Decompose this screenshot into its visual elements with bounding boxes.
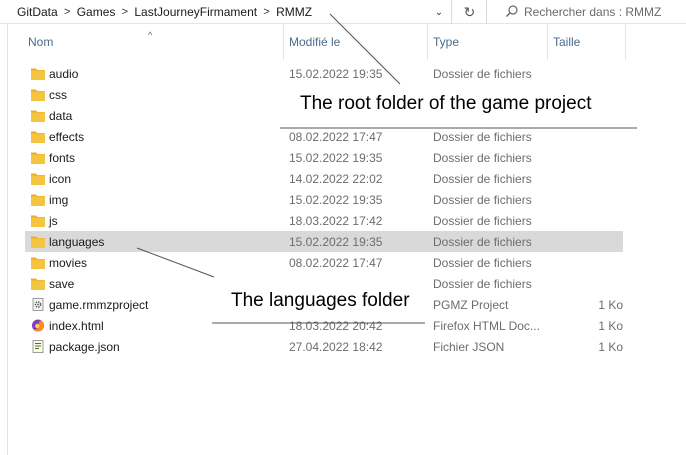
- file-type: PGMZ Project: [433, 297, 509, 312]
- file-size: 1 Ko: [598, 339, 623, 354]
- address-bar: GitData > Games > LastJourneyFirmament >…: [0, 0, 686, 24]
- list-item-fonts[interactable]: fonts 15.02.2022 19:35 Dossier de fichiers: [25, 147, 623, 168]
- file-modified-date: 08.02.2022 17:47: [289, 255, 383, 270]
- file-name: img: [49, 192, 69, 207]
- file-type: Dossier de fichiers: [433, 66, 532, 81]
- list-item-img[interactable]: img 15.02.2022 19:35 Dossier de fichiers: [25, 189, 623, 210]
- breadcrumb-separator-icon: >: [63, 6, 71, 18]
- file-type: Dossier de fichiers: [433, 234, 532, 249]
- annotation-languages-folder: The languages folder: [228, 289, 413, 313]
- column-divider[interactable]: [547, 24, 548, 60]
- list-item-icon[interactable]: icon 14.02.2022 22:02 Dossier de fichiers: [25, 168, 623, 189]
- breadcrumb-separator-icon: >: [121, 6, 129, 18]
- column-divider[interactable]: [427, 24, 428, 60]
- file-name: js: [49, 213, 58, 228]
- column-header-modified[interactable]: Modifié le: [289, 24, 340, 60]
- file-type: Dossier de fichiers: [433, 192, 532, 207]
- file-type: Dossier de fichiers: [433, 150, 532, 165]
- file-name: effects: [49, 129, 85, 144]
- file-type: Dossier de fichiers: [433, 171, 532, 186]
- list-item-index-html[interactable]: index.html 18.03.2022 20:42 Firefox HTML D…: [25, 315, 623, 336]
- search-input[interactable]: [524, 5, 684, 19]
- breadcrumb-games[interactable]: Games: [77, 5, 116, 19]
- search-box[interactable]: [500, 0, 686, 24]
- column-header-name[interactable]: Nom: [28, 24, 53, 60]
- column-divider[interactable]: [283, 24, 284, 60]
- file-name: data: [49, 108, 73, 123]
- file-name: game.rmmzproject: [49, 297, 149, 312]
- file-modified-date: 18.03.2022 20:42: [289, 318, 383, 333]
- file-modified-date: 15.02.2022 19:35: [289, 234, 383, 249]
- breadcrumb-separator-icon: >: [263, 6, 270, 18]
- column-header-type[interactable]: Type: [433, 24, 459, 60]
- file-modified-date: 08.02.2022 17:47: [289, 129, 383, 144]
- file-type: Dossier de fichiers: [433, 276, 532, 291]
- list-item-package-json[interactable]: package.json 27.04.2022 18:42 Fichier JSON…: [25, 336, 623, 357]
- file-name: index.html: [49, 318, 104, 333]
- file-name: icon: [49, 171, 72, 186]
- breadcrumb-lastjourneyfirmament[interactable]: LastJourneyFirmament: [134, 5, 257, 19]
- file-name: css: [49, 87, 67, 102]
- list-item-audio[interactable]: audio 15.02.2022 19:35 Dossier de fichiers: [25, 63, 623, 84]
- breadcrumb-rmmz[interactable]: RMMZ: [276, 5, 312, 19]
- file-size: 1 Ko: [598, 297, 623, 312]
- file-modified-date: 27.04.2022 18:42: [289, 339, 383, 354]
- file-type: Dossier de fichiers: [433, 213, 532, 228]
- file-modified-date: 15.02.2022 19:35: [289, 150, 383, 165]
- list-item-effects[interactable]: effects 08.02.2022 17:47 Dossier de fichie…: [25, 126, 623, 147]
- file-modified-date: 15.02.2022 19:35: [289, 192, 383, 207]
- file-name: movies: [49, 255, 88, 270]
- file-type: Dossier de fichiers: [433, 255, 532, 270]
- file-modified-date: 15.02.2022 19:35: [289, 66, 383, 81]
- chevron-down-icon[interactable]: ⌄: [426, 0, 452, 24]
- sort-ascending-icon: ^: [148, 30, 153, 40]
- file-name: fonts: [49, 150, 76, 165]
- breadcrumb[interactable]: GitData > Games > LastJourneyFirmament >…: [0, 0, 452, 24]
- navigation-pane-edge: [0, 24, 8, 455]
- file-type: Dossier de fichiers: [433, 129, 532, 144]
- list-item-languages[interactable]: languages 15.02.2022 19:35 Dossier de fich…: [25, 231, 623, 252]
- column-divider[interactable]: [625, 24, 626, 60]
- list-item-movies[interactable]: movies 08.02.2022 17:47 Dossier de fichier…: [25, 252, 623, 273]
- file-size: 1 Ko: [598, 318, 623, 333]
- search-icon: [500, 4, 524, 21]
- column-header-size[interactable]: Taille: [553, 24, 580, 60]
- file-name: languages: [49, 234, 105, 249]
- file-modified-date: 18.03.2022 17:42: [289, 213, 383, 228]
- refresh-icon[interactable]: ↻: [453, 0, 487, 24]
- breadcrumb-gitdata[interactable]: GitData: [17, 5, 58, 19]
- annotation-root-folder: The root folder of the game project: [297, 92, 595, 116]
- file-type: Firefox HTML Doc...: [433, 318, 540, 333]
- list-item-js[interactable]: js 18.03.2022 17:42 Dossier de fichiers: [25, 210, 623, 231]
- file-modified-date: 14.02.2022 22:02: [289, 171, 383, 186]
- file-name: audio: [49, 66, 79, 81]
- column-headers: ^ Nom Modifié le Type Taille: [8, 24, 686, 60]
- file-name: save: [49, 276, 75, 291]
- file-name: package.json: [49, 339, 120, 354]
- file-type: Fichier JSON: [433, 339, 505, 354]
